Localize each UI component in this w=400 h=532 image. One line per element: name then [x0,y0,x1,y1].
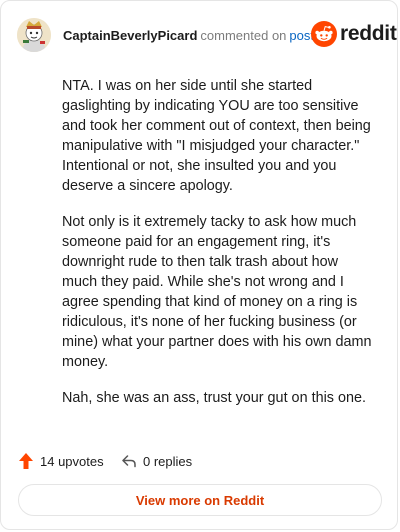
view-more-on-reddit-button[interactable]: View more on Reddit [18,484,382,516]
reddit-logo[interactable]: reddit [311,21,397,49]
reply-button[interactable]: 0 replies [121,451,192,471]
reddit-snoo-icon [311,21,337,47]
upvote-count: 14 upvotes [40,453,104,469]
view-more-label: View more on Reddit [135,492,265,508]
comment-embed-card: CaptainBeverlyPicard commented on post red… [0,0,398,530]
reddit-wordmark: reddit [340,22,397,45]
reply-arrow-icon [122,455,136,468]
comment-footer: 14 upvotes 0 replies [1,449,397,473]
user-avatar[interactable] [17,18,51,52]
avatar-icon [17,18,51,52]
commented-on-label: commented on [200,28,287,43]
upvote-arrow-icon [19,453,33,469]
comment-byline: CaptainBeverlyPicard commented on post [63,28,314,44]
comment-paragraph: Nah, she was an ass, trust your gut on t… [62,390,366,406]
comment-body: NTA. I was on her side until she started… [62,76,372,424]
username-link[interactable]: CaptainBeverlyPicard [63,28,197,43]
comment-paragraph: NTA. I was on her side until she started… [62,78,371,194]
comment-paragraph: Not only is it extremely tacky to ask ho… [62,214,372,370]
comment-header: CaptainBeverlyPicard commented on post red… [1,15,397,55]
reply-count: 0 replies [143,453,193,469]
upvote-button[interactable]: 14 upvotes [18,451,104,471]
